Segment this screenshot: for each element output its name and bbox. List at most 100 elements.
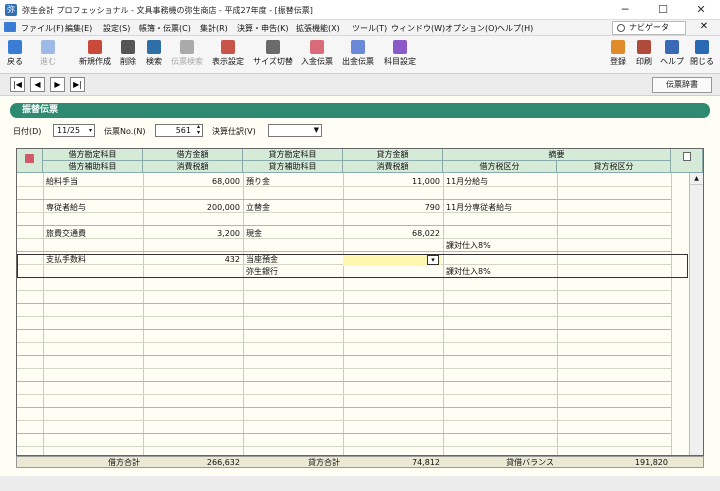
maximize-button[interactable]: ☐ — [644, 0, 682, 20]
debit-account-3[interactable]: 旅費交通費 — [43, 228, 143, 240]
next-record-button[interactable]: ▶ — [50, 77, 65, 92]
grid-line — [671, 173, 672, 455]
forward-button[interactable]: 進む — [34, 38, 62, 72]
menu-options[interactable]: オプション(O) — [445, 23, 498, 34]
debit-account-4[interactable]: 支払手数料 — [43, 254, 143, 266]
mdi-close-button[interactable]: ✕ — [694, 21, 714, 34]
grid-icon — [25, 154, 34, 163]
page-title: 振替伝票 — [10, 103, 710, 118]
app-icon: 弥 — [5, 4, 17, 16]
row-line — [17, 368, 671, 369]
menu-closing[interactable]: 決算・申告(K) — [237, 23, 289, 34]
menu-bar: ファイル(F) 編集(E) 設定(S) 帳簿・伝票(C) 集計(R) 決算・申告… — [0, 20, 720, 36]
col-credit-sub: 貸方補助科目 — [243, 161, 343, 173]
row-line — [17, 342, 671, 343]
row-line — [17, 290, 671, 291]
menu-file[interactable]: ファイル(F) — [21, 23, 64, 34]
minimize-button[interactable]: ─ — [606, 0, 644, 20]
vertical-scrollbar[interactable]: ▲ — [689, 173, 703, 455]
delete-button[interactable]: 削除 — [117, 38, 139, 72]
balance-value: 191,820 — [634, 458, 668, 467]
scroll-up-icon[interactable]: ▲ — [690, 173, 703, 185]
search-button[interactable]: 検索 — [143, 38, 165, 72]
credit-total: 74,812 — [412, 458, 440, 467]
slip-search-button[interactable]: 伝票検索 — [170, 38, 204, 72]
row-line — [17, 225, 671, 226]
debit-total: 266,632 — [206, 458, 240, 467]
row-line — [17, 446, 671, 447]
menu-tools[interactable]: ツール(T) — [352, 23, 387, 34]
print-button[interactable]: 印刷 — [633, 38, 655, 72]
row-line — [17, 420, 671, 421]
back-button[interactable]: 戻る — [2, 38, 28, 72]
grid-line — [557, 173, 558, 455]
debit-tax-class-3[interactable]: 課対仕入8% — [443, 240, 557, 252]
credit-account-3[interactable]: 現金 — [243, 228, 343, 240]
close-window-button[interactable]: ✕ — [682, 0, 720, 20]
chevron-down-icon: ▼ — [313, 126, 319, 134]
window-title: 弥生会計 プロフェッショナル - 文具事務機の弥生商店 - 平成27年度 - [… — [22, 6, 313, 15]
register-button[interactable]: 登録 — [607, 38, 629, 72]
debit-amount-2[interactable]: 200,000 — [143, 202, 243, 214]
col-credit-tax: 消費税額 — [343, 161, 443, 173]
menu-extensions[interactable]: 拡張機能(X) — [296, 23, 340, 34]
slip-search-icon — [180, 40, 194, 54]
debit-account-2[interactable]: 専従者給与 — [43, 202, 143, 214]
memo-2[interactable]: 11月分専従者給与 — [443, 202, 671, 214]
size-toggle-button[interactable]: サイズ切替 — [252, 38, 294, 72]
debit-account-1[interactable]: 給料手当 — [43, 176, 143, 188]
credit-account-2[interactable]: 立替金 — [243, 202, 343, 214]
memo-settings-corner[interactable] — [671, 149, 703, 173]
credit-amount-1[interactable]: 11,000 — [343, 176, 443, 188]
menu-settings[interactable]: 設定(S) — [103, 23, 130, 34]
slip-dictionary-button[interactable]: 伝票辞書 — [652, 77, 712, 93]
help-icon — [665, 40, 679, 54]
debit-tax-class-4[interactable]: 課対仕入8% — [443, 266, 557, 278]
balance-label: 貸借バランス — [506, 458, 554, 467]
col-credit-amount: 貸方金額 — [343, 149, 443, 161]
date-field[interactable]: 11/25 ▾ — [53, 124, 95, 137]
col-credit-account: 貸方勘定科目 — [243, 149, 343, 161]
credit-amount-3[interactable]: 68,022 — [343, 228, 443, 240]
new-entry-button[interactable]: 新規作成 — [78, 38, 112, 72]
col-debit-account: 借方勘定科目 — [43, 149, 143, 161]
help-button[interactable]: ヘルプ — [658, 38, 686, 72]
display-settings-icon — [221, 40, 235, 54]
close-button[interactable]: 閉じる — [688, 38, 716, 72]
first-record-button[interactable]: |◀ — [10, 77, 25, 92]
payment-slip-button[interactable]: 出金伝票 — [341, 38, 375, 72]
memo-1[interactable]: 11月分給与 — [443, 176, 671, 188]
debit-amount-4[interactable]: 432 — [143, 254, 243, 266]
row-line — [17, 394, 671, 395]
closing-entry-select[interactable]: ▼ — [268, 124, 322, 137]
size-toggle-icon — [266, 40, 280, 54]
row-line — [17, 329, 671, 330]
menu-books[interactable]: 帳簿・伝票(C) — [139, 23, 191, 34]
credit-account-1[interactable]: 預り金 — [243, 176, 343, 188]
new-document-icon — [88, 40, 102, 54]
menu-summary[interactable]: 集計(R) — [200, 23, 228, 34]
credit-amount-2[interactable]: 790 — [343, 202, 443, 214]
grid-line — [143, 173, 144, 455]
debit-amount-1[interactable]: 68,000 — [143, 176, 243, 188]
account-settings-button[interactable]: 科目設定 — [382, 38, 418, 72]
credit-total-label: 貸方合計 — [308, 458, 340, 467]
credit-sub-4[interactable]: 弥生銀行 — [243, 266, 343, 278]
account-settings-icon — [393, 40, 407, 54]
menu-edit[interactable]: 編集(E) — [65, 23, 92, 34]
register-icon — [611, 40, 625, 54]
slip-no-field[interactable]: 561 ▴ ▾ — [155, 124, 203, 137]
menu-help[interactable]: ヘルプ(H) — [497, 23, 533, 34]
menu-window[interactable]: ウィンドウ(W) — [391, 23, 445, 34]
print-icon — [637, 40, 651, 54]
prev-record-button[interactable]: ◀ — [30, 77, 45, 92]
last-record-button[interactable]: ▶| — [70, 77, 85, 92]
display-settings-button[interactable]: 表示設定 — [210, 38, 246, 72]
credit-account-4[interactable]: 当座預金 — [243, 254, 343, 266]
navigator-button[interactable]: ナビゲータ — [612, 21, 686, 35]
row-line — [17, 407, 671, 408]
receipt-slip-button[interactable]: 入金伝票 — [300, 38, 334, 72]
doc-icon[interactable] — [4, 22, 16, 32]
record-nav-bar: |◀ ◀ ▶ ▶| 伝票辞書 — [0, 74, 720, 96]
debit-amount-3[interactable]: 3,200 — [143, 228, 243, 240]
